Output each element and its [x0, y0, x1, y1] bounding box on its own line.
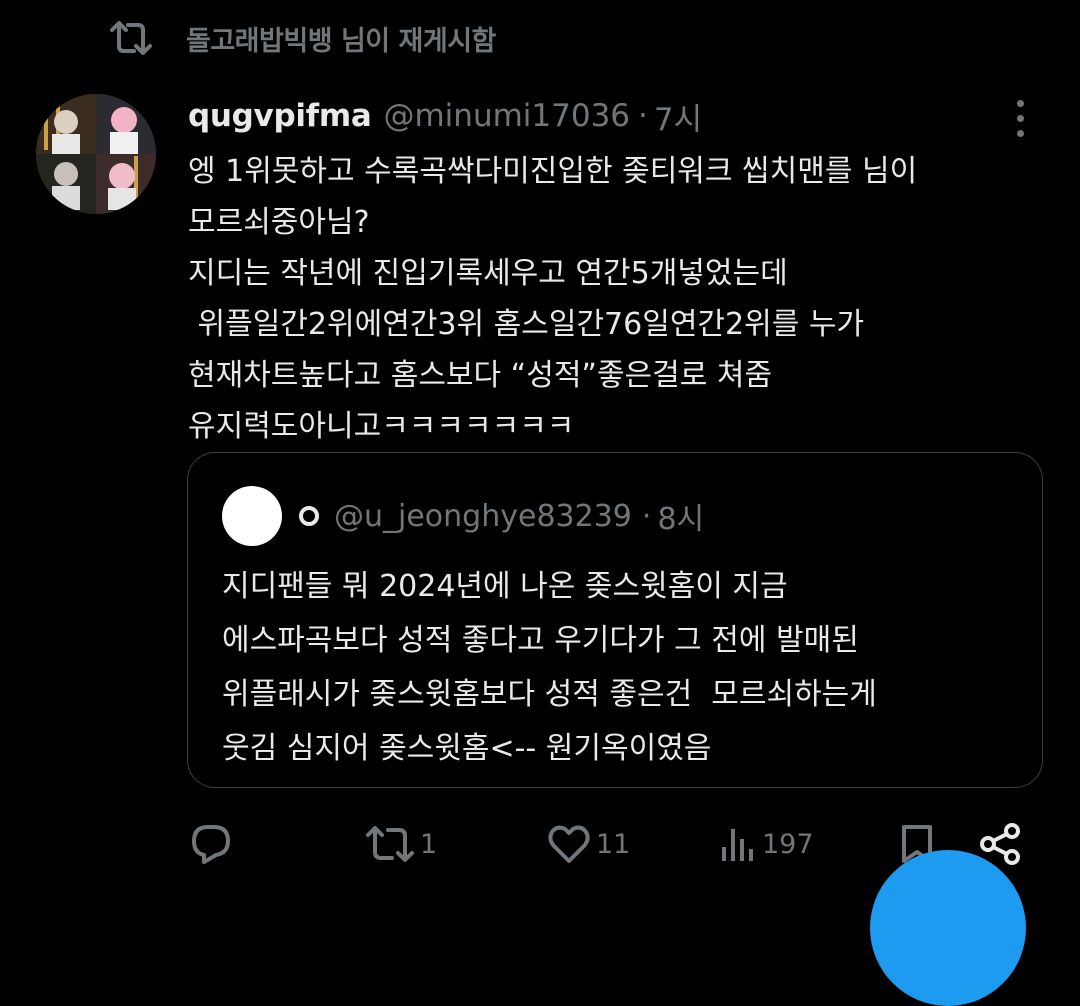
repost-header[interactable]: 돌고래밥빅뱅 님이 재게시함 [108, 16, 496, 60]
tweet-text-line: 현재차트높다고 홈스보다 “성적”좋은걸로 쳐줌 [188, 358, 773, 393]
more-icon-dot [1016, 129, 1024, 137]
views-count: 197 [762, 828, 814, 860]
quoted-avatar[interactable] [222, 486, 282, 546]
reply-button[interactable] [188, 818, 234, 870]
tweet-text-line: 지디는 작년에 진입기록세우고 연간5개넣었는데 [188, 256, 788, 291]
reply-icon [192, 825, 230, 864]
avatar-image [36, 94, 156, 214]
quoted-text-line: 위플래시가 좆스윗홈보다 성적 좋은건 모르쇠하는게 [222, 677, 877, 712]
tweet-text-line: 엥 1위못하고 수록곡싹다미진입한 좆티워크 씹치맨를 님이 [188, 154, 918, 189]
views-button[interactable]: 197 [718, 818, 814, 870]
like-count: 11 [596, 828, 631, 860]
quoted-tweet-text: 지디팬들 뭐 2024년에 나온 좆스윗홈이 지금 에스파곡보다 성적 좋다고 … [222, 560, 1022, 776]
quoted-text-line: 지디팬들 뭐 2024년에 나온 좆스윗홈이 지금 [222, 569, 788, 604]
quoted-tweet-header: @u_jeonghye83239 · 8시 [298, 494, 704, 538]
quoted-user-handle[interactable]: @u_jeonghye83239 [334, 499, 632, 534]
tweet-header: qugvpifma @minumi17036 · 7시 [188, 92, 702, 140]
views-icon [722, 829, 753, 861]
tweet-text-line: 위플일간2위에연간3위 홈스일간76일연간2위를 누가 [188, 307, 865, 342]
tweet-time[interactable]: 7시 [654, 94, 702, 139]
separator-dot: · [638, 98, 648, 134]
repost-icon [366, 826, 414, 862]
more-options-button[interactable] [1004, 98, 1036, 138]
avatar[interactable] [36, 94, 156, 214]
tweet-text-line: 유지력도아니고ㅋㅋㅋㅋㅋㅋㅋ [188, 409, 575, 444]
repost-button[interactable]: 1 [364, 818, 437, 870]
like-button[interactable]: 11 [546, 818, 630, 870]
compose-fab[interactable] [870, 850, 1026, 1006]
repost-icon [110, 21, 152, 55]
repost-text: 돌고래밥빅뱅 님이 재게시함 [186, 25, 496, 57]
separator-dot: · [641, 498, 652, 534]
quoted-text-line: 에스파곡보다 성적 좋다고 우기다가 그 전에 발매된 [222, 623, 859, 658]
tweet-text-line: 모르쇠중아님? [188, 205, 370, 240]
quoted-text-line: 웃김 심지어 좆스윗홈<-- 원기옥이였음 [222, 731, 712, 766]
user-handle[interactable]: @minumi17036 [383, 98, 630, 134]
repost-count: 1 [420, 828, 438, 860]
more-icon-dot [1016, 99, 1024, 107]
more-icon-dot [1016, 114, 1024, 122]
quoted-tweet-time: 8시 [657, 502, 705, 537]
tweet-text: 엥 1위못하고 수록곡싹다미진입한 좆티워크 씹치맨를 님이 모르쇠중아님? 지… [188, 146, 1038, 452]
circle-icon [299, 506, 319, 526]
display-name[interactable]: qugvpifma [188, 98, 372, 134]
heart-icon [548, 825, 590, 863]
